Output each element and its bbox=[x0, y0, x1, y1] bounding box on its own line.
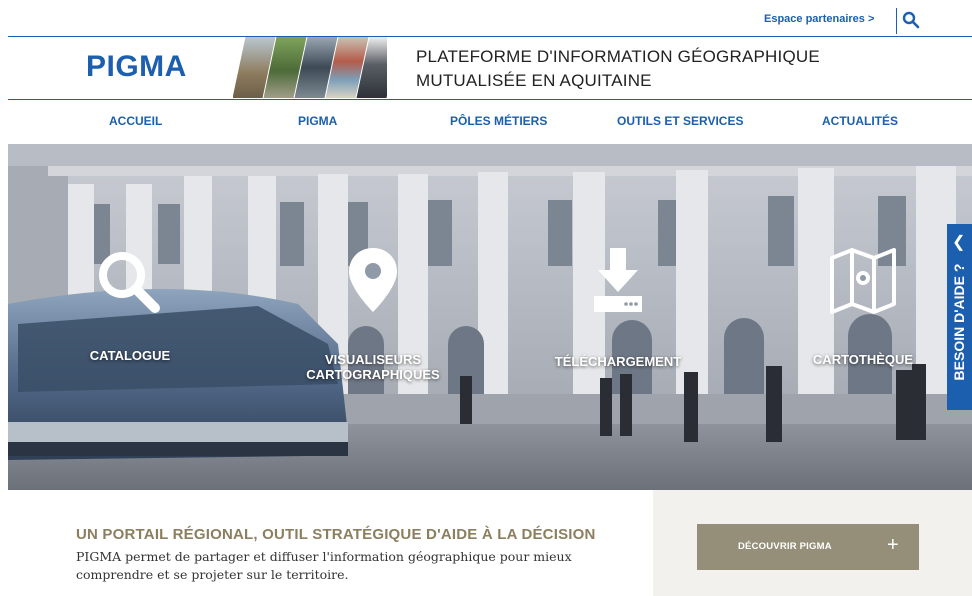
magnifier-icon bbox=[99, 252, 160, 313]
service-telechargement-label: TÉLÉCHARGEMENT bbox=[554, 354, 682, 369]
discover-pigma-button[interactable]: DÉCOUVRIR PIGMA + bbox=[697, 524, 919, 570]
nav-actualites[interactable]: ACTUALITÉS bbox=[822, 114, 898, 128]
site-logo[interactable]: PIGMA bbox=[86, 50, 187, 84]
nav-accueil[interactable]: ACCUEIL bbox=[109, 114, 162, 128]
search-icon[interactable] bbox=[902, 11, 920, 29]
top-bar: Espace partenaires > bbox=[0, 0, 972, 36]
intro-title: UN PORTAIL RÉGIONAL, OUTIL STRATÉGIQUE D… bbox=[76, 526, 596, 543]
service-visualiseurs[interactable]: VISUALISEURS CARTOGRAPHIQUES bbox=[298, 246, 448, 382]
partner-space-link[interactable]: Espace partenaires > bbox=[764, 13, 874, 25]
service-visualiseurs-label-2: CARTOGRAPHIQUES bbox=[306, 367, 440, 382]
main-nav: ACCUEIL PIGMA PÔLES MÉTIERS OUTILS ET SE… bbox=[8, 100, 972, 144]
help-tab[interactable]: ❮ BESOIN D'AIDE ? bbox=[947, 224, 972, 410]
top-divider bbox=[896, 8, 897, 34]
nav-outils-services[interactable]: OUTILS ET SERVICES bbox=[617, 114, 743, 128]
download-icon bbox=[594, 248, 642, 312]
tagline-line-1: PLATEFORME D'INFORMATION GÉOGRAPHIQUE bbox=[416, 47, 820, 66]
help-tab-label: BESOIN D'AIDE ? bbox=[951, 263, 967, 381]
folded-map-icon bbox=[830, 248, 896, 314]
service-visualiseurs-label-1: VISUALISEURS bbox=[324, 352, 422, 367]
service-telechargement[interactable]: TÉLÉCHARGEMENT bbox=[548, 246, 688, 369]
tagline-line-2: MUTUALISÉE EN AQUITAINE bbox=[416, 71, 652, 90]
service-catalogue-label: CATALOGUE bbox=[89, 348, 171, 363]
header-top-rule bbox=[8, 36, 972, 37]
nav-poles-metiers[interactable]: PÔLES MÉTIERS bbox=[450, 114, 547, 128]
map-pin-icon bbox=[349, 248, 397, 312]
plus-icon: + bbox=[887, 534, 899, 556]
site-tagline: PLATEFORME D'INFORMATION GÉOGRAPHIQUE MU… bbox=[416, 45, 820, 93]
service-cartotheque-label: CARTOTHÈQUE bbox=[812, 352, 914, 367]
discover-pigma-label: DÉCOUVRIR PIGMA bbox=[738, 541, 832, 552]
nav-pigma[interactable]: PIGMA bbox=[298, 114, 337, 128]
header-photo-strip bbox=[233, 37, 387, 98]
service-cartotheque[interactable]: CARTOTHÈQUE bbox=[798, 248, 928, 367]
intro-text: PIGMA permet de partager et diffuser l'i… bbox=[76, 549, 572, 582]
service-catalogue[interactable]: CATALOGUE bbox=[70, 248, 190, 363]
hero-banner: CATALOGUE VISUALISEURS CARTOGRAPHIQUES T… bbox=[8, 144, 972, 490]
arrow-left-icon: ❮ bbox=[952, 234, 966, 251]
